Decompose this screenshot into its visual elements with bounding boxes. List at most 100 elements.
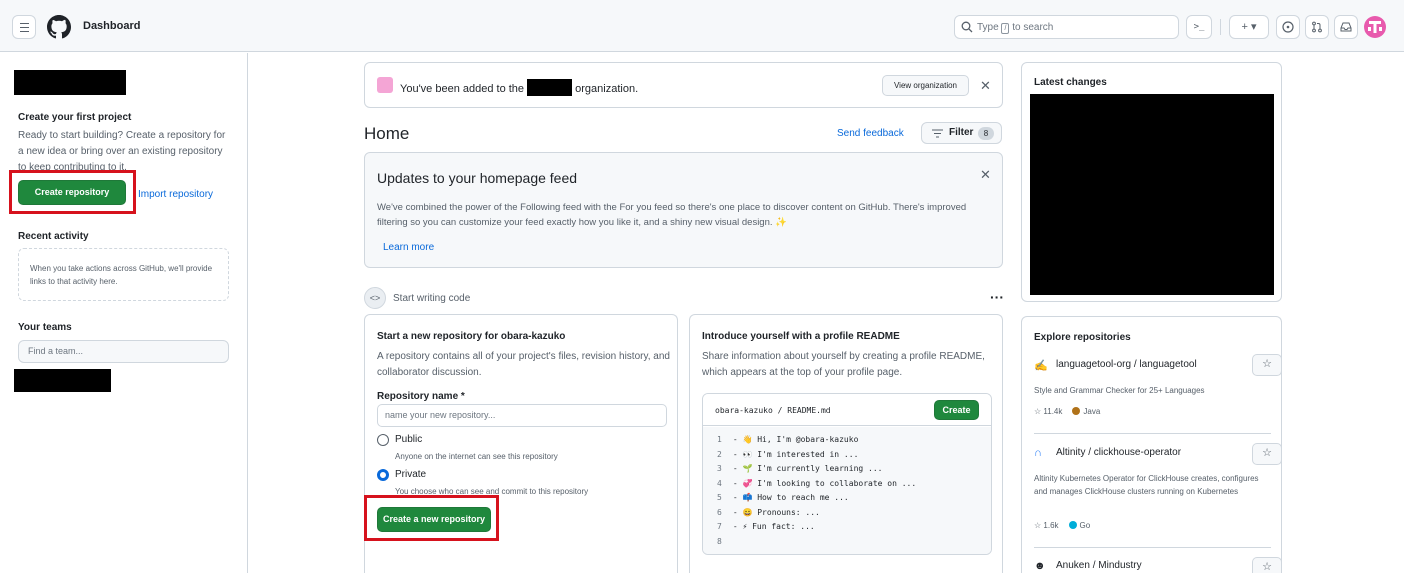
repo-owner: languagetool-org bbox=[1056, 359, 1132, 370]
org-notice-pre: You've been added to the bbox=[400, 83, 525, 95]
star-button[interactable]: ☆ bbox=[1252, 443, 1282, 465]
updates-body: We've combined the power of the Followin… bbox=[377, 202, 967, 228]
star-button[interactable]: ☆ bbox=[1252, 354, 1282, 376]
updates-title: Updates to your homepage feed bbox=[377, 170, 578, 186]
repo-link[interactable]: Anuken / Mindustry bbox=[1056, 560, 1142, 571]
first-project-heading: Create your first project bbox=[18, 112, 132, 123]
line-number: 3 bbox=[717, 464, 722, 473]
filter-icon bbox=[932, 129, 943, 138]
create-new-button[interactable]: + ▾ bbox=[1229, 15, 1269, 39]
line-text: - 📫 How to reach me ... bbox=[732, 493, 849, 502]
public-radio[interactable] bbox=[377, 434, 389, 446]
readme-create-button[interactable]: Create bbox=[934, 400, 979, 420]
start-writing-label: Start writing code bbox=[393, 293, 471, 304]
organization-icon bbox=[377, 77, 393, 93]
star-icon: ☆ bbox=[1262, 561, 1272, 573]
repo-description: Altinity Kubernetes Operator for ClickHo… bbox=[1034, 474, 1259, 496]
inbox-icon bbox=[1340, 22, 1352, 32]
new-repository-card: Start a new repository for obara-kazuko … bbox=[364, 314, 678, 573]
hamburger-line bbox=[20, 27, 29, 28]
divider bbox=[1034, 433, 1271, 434]
star-button[interactable]: ☆ bbox=[1252, 557, 1282, 573]
issues-button[interactable] bbox=[1276, 15, 1300, 39]
latest-changes-card: Latest changes bbox=[1021, 62, 1282, 302]
explore-title: Explore repositories bbox=[1034, 332, 1131, 343]
github-logo-icon[interactable] bbox=[47, 15, 71, 39]
code-line: 4 - 💞️ I'm looking to collaborate on ... bbox=[717, 477, 991, 492]
search-placeholder-pre: Type bbox=[977, 22, 999, 33]
filter-button[interactable]: Filter 8 bbox=[921, 122, 1002, 144]
repo-owner: Anuken bbox=[1056, 560, 1090, 571]
repo-link[interactable]: Altinity / clickhouse-operator bbox=[1056, 447, 1181, 458]
repo-owner-icon: ✍ bbox=[1034, 360, 1048, 372]
star-icon: ☆ bbox=[1034, 521, 1042, 530]
import-repository-link[interactable]: Import repository bbox=[138, 189, 213, 200]
public-label: Public bbox=[395, 434, 423, 445]
star-icon: ☆ bbox=[1262, 447, 1272, 459]
explore-repo-item: ✍ languagetool-org / languagetool ☆ Styl… bbox=[1034, 354, 1282, 429]
private-radio[interactable] bbox=[377, 469, 389, 481]
filter-count-badge: 8 bbox=[978, 127, 994, 140]
code-icon: <> bbox=[364, 287, 386, 309]
create-new-repository-button[interactable]: Create a new repository bbox=[377, 507, 491, 532]
command-palette-button[interactable]: >_ bbox=[1186, 15, 1212, 39]
code-line: 8 bbox=[717, 535, 991, 550]
star-icon: ☆ bbox=[1034, 407, 1042, 416]
search-input[interactable]: Type / to search bbox=[954, 15, 1179, 39]
new-repo-desc: A repository contains all of your projec… bbox=[377, 351, 670, 378]
new-repo-title: Start a new repository for obara-kazuko bbox=[377, 331, 566, 342]
divider bbox=[1034, 547, 1271, 548]
readme-path: obara-kazuko / README.md bbox=[715, 406, 831, 415]
redacted-team bbox=[14, 369, 111, 392]
first-project-text: Ready to start building? Create a reposi… bbox=[18, 130, 226, 173]
repo-owner-icon: ☻ bbox=[1034, 560, 1046, 572]
repo-description: Style and Grammar Checker for 25+ Langua… bbox=[1034, 386, 1205, 395]
home-heading: Home bbox=[364, 124, 410, 143]
hamburger-line bbox=[20, 23, 29, 24]
find-team-input[interactable]: Find a team... bbox=[18, 340, 229, 363]
close-icon[interactable]: ✕ bbox=[980, 167, 991, 183]
learn-more-link[interactable]: Learn more bbox=[383, 242, 434, 253]
redacted-latest-changes bbox=[1030, 94, 1274, 295]
repo-language: Go bbox=[1079, 521, 1091, 530]
public-desc: Anyone on the internet can see this repo… bbox=[395, 452, 558, 461]
repo-owner-icon: ∩ bbox=[1034, 447, 1042, 459]
repo-language: Java bbox=[1083, 407, 1101, 416]
repo-link[interactable]: languagetool-org / languagetool bbox=[1056, 359, 1197, 370]
code-line: 3 - 🌱 I'm currently learning ... bbox=[717, 462, 991, 477]
hamburger-menu-button[interactable] bbox=[12, 15, 36, 39]
line-number: 1 bbox=[717, 435, 722, 444]
view-organization-button[interactable]: View organization bbox=[882, 75, 969, 96]
send-feedback-link[interactable]: Send feedback bbox=[837, 128, 904, 139]
code-line: 5 - 📫 How to reach me ... bbox=[717, 491, 991, 506]
page-title: Dashboard bbox=[83, 20, 141, 32]
hamburger-line bbox=[20, 31, 29, 32]
line-text: - 🌱 I'm currently learning ... bbox=[732, 464, 883, 473]
private-label: Private bbox=[395, 469, 427, 480]
pull-requests-button[interactable] bbox=[1305, 15, 1329, 39]
repo-name: languagetool bbox=[1139, 359, 1197, 370]
user-avatar[interactable] bbox=[1364, 16, 1386, 38]
more-options-icon[interactable]: ··· bbox=[990, 289, 1004, 305]
readme-title: Introduce yourself with a profile README bbox=[702, 331, 900, 342]
line-text: - 👀 I'm interested in ... bbox=[732, 449, 859, 459]
close-icon[interactable]: ✕ bbox=[980, 78, 991, 94]
repo-owner: Altinity bbox=[1056, 447, 1086, 458]
code-line: 1 - 👋 Hi, I'm @obara-kazuko bbox=[717, 433, 991, 448]
language-color-dot bbox=[1072, 407, 1081, 415]
code-line: 7 - ⚡ Fun fact: ... bbox=[717, 520, 991, 535]
repo-name-input[interactable]: name your new repository... bbox=[377, 404, 667, 427]
filter-label: Filter bbox=[949, 127, 974, 138]
circle-dot-icon bbox=[1282, 21, 1294, 33]
your-teams-heading: Your teams bbox=[18, 322, 72, 333]
line-text: - 💞️ I'm looking to collaborate on ... bbox=[732, 478, 917, 488]
repo-name: Mindustry bbox=[1098, 560, 1142, 571]
recent-activity-empty: When you take actions across GitHub, we'… bbox=[18, 248, 229, 301]
repo-stars: 11.4k bbox=[1043, 407, 1063, 416]
repo-stars: 1.6k bbox=[1043, 521, 1059, 530]
line-number: 5 bbox=[717, 493, 722, 502]
inbox-button[interactable] bbox=[1334, 15, 1358, 39]
line-number: 7 bbox=[717, 522, 722, 531]
create-repository-button[interactable]: Create repository bbox=[18, 180, 126, 205]
org-notice-banner: You've been added to the organization. V… bbox=[364, 62, 1003, 108]
